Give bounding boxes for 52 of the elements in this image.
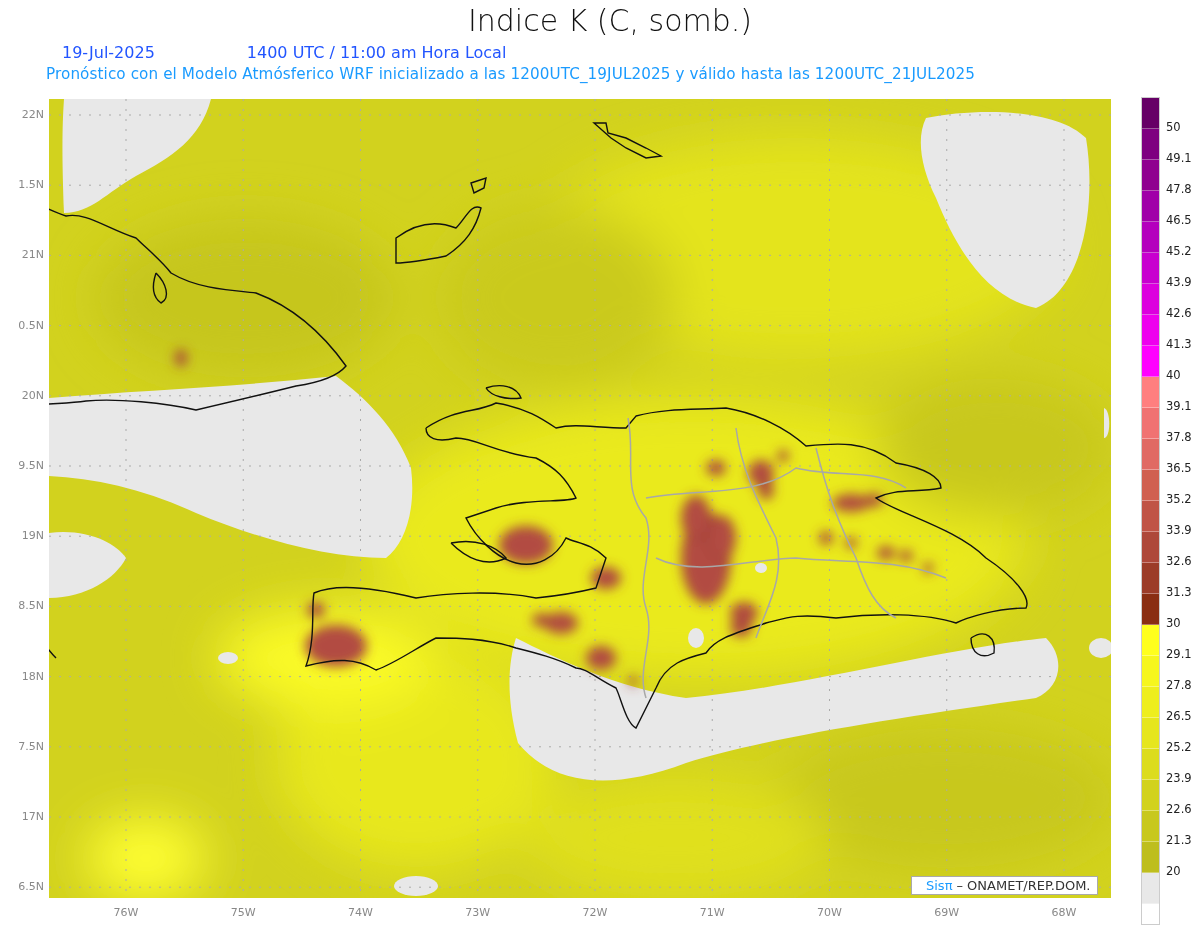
longitude-label: 68W (1051, 906, 1077, 919)
scale-value-label: 23.9 (1166, 771, 1192, 785)
scale-value-label: 37.8 (1166, 430, 1192, 444)
longitude-label: 70W (817, 906, 842, 919)
scale-value-label: 20 (1166, 864, 1181, 878)
latitude-label: 6.5N (18, 880, 44, 894)
scale-value-label: 39.1 (1166, 399, 1192, 413)
scale-value-label: 29.1 (1166, 647, 1192, 661)
latitude-label: 0.5N (18, 318, 44, 332)
scale-value-label: 21.3 (1166, 833, 1192, 847)
scale-value-label: 47.8 (1166, 182, 1192, 196)
latitude-label: 9.5N (18, 459, 44, 472)
latitude-label: 21N (21, 248, 44, 262)
scale-value-label: 40 (1166, 368, 1181, 382)
scale-value-label: 25.2 (1166, 740, 1192, 754)
scale-value-label: 33.9 (1166, 523, 1192, 537)
longitude-label: 71W (699, 906, 725, 919)
forecast-subtitle: Pronóstico con el Modelo Atmósferico WRF inicializado a las 1200UTC_19JUL2025 y válido hasta las 1200UTC_21JUL2025 (45, 64, 976, 84)
scale-value-label: 32.6 (1166, 554, 1192, 568)
scale-value-label: 45.2 (1166, 244, 1192, 258)
latitude-label: 7.5N (18, 739, 44, 753)
scale-value-label: 36.5 (1166, 461, 1192, 475)
latitude-label: 17N (21, 810, 44, 823)
scale-value-label: 49.1 (1166, 151, 1192, 165)
longitude-label: 74W (348, 906, 373, 919)
latitude-label: 18N (21, 669, 44, 683)
scale-value-label: 42.6 (1166, 306, 1192, 320)
credit-text: – ONAMET/REP.DOM. (956, 878, 1091, 893)
latitude-label: 1.5N (18, 178, 44, 192)
longitude-label: 76W (113, 906, 139, 919)
latitude-label: 8.5N (18, 599, 44, 613)
chart-title: Indice K (C, somb.) (466, 2, 754, 40)
time-label: 1400 UTC / 11:00 am Hora Local (246, 42, 507, 64)
latitude-label: 20N (21, 388, 44, 402)
date-label: 19-Jul-2025 (62, 42, 155, 64)
latitude-label: 19N (21, 529, 44, 543)
longitude-label: 75W (230, 906, 256, 919)
scale-value-label: 27.8 (1166, 678, 1192, 692)
scale-value-label: 43.9 (1166, 275, 1192, 289)
latitude-label: 22N (21, 108, 44, 121)
scale-value-label: 41.3 (1166, 337, 1192, 351)
scale-value-label: 35.2 (1166, 492, 1192, 506)
scale-value-label: 26.5 (1166, 709, 1192, 723)
scale-value-label: 31.3 (1166, 585, 1192, 599)
scale-value-label: 22.6 (1166, 802, 1192, 816)
scale-value-label: 50 (1166, 120, 1181, 134)
credit-logo: Sisπ (926, 878, 953, 893)
longitude-label: 69W (934, 906, 960, 919)
longitude-label: 73W (465, 906, 491, 919)
scale-value-label: 46.5 (1166, 213, 1192, 227)
scale-value-label: 30 (1166, 616, 1181, 630)
longitude-label: 72W (582, 906, 608, 919)
